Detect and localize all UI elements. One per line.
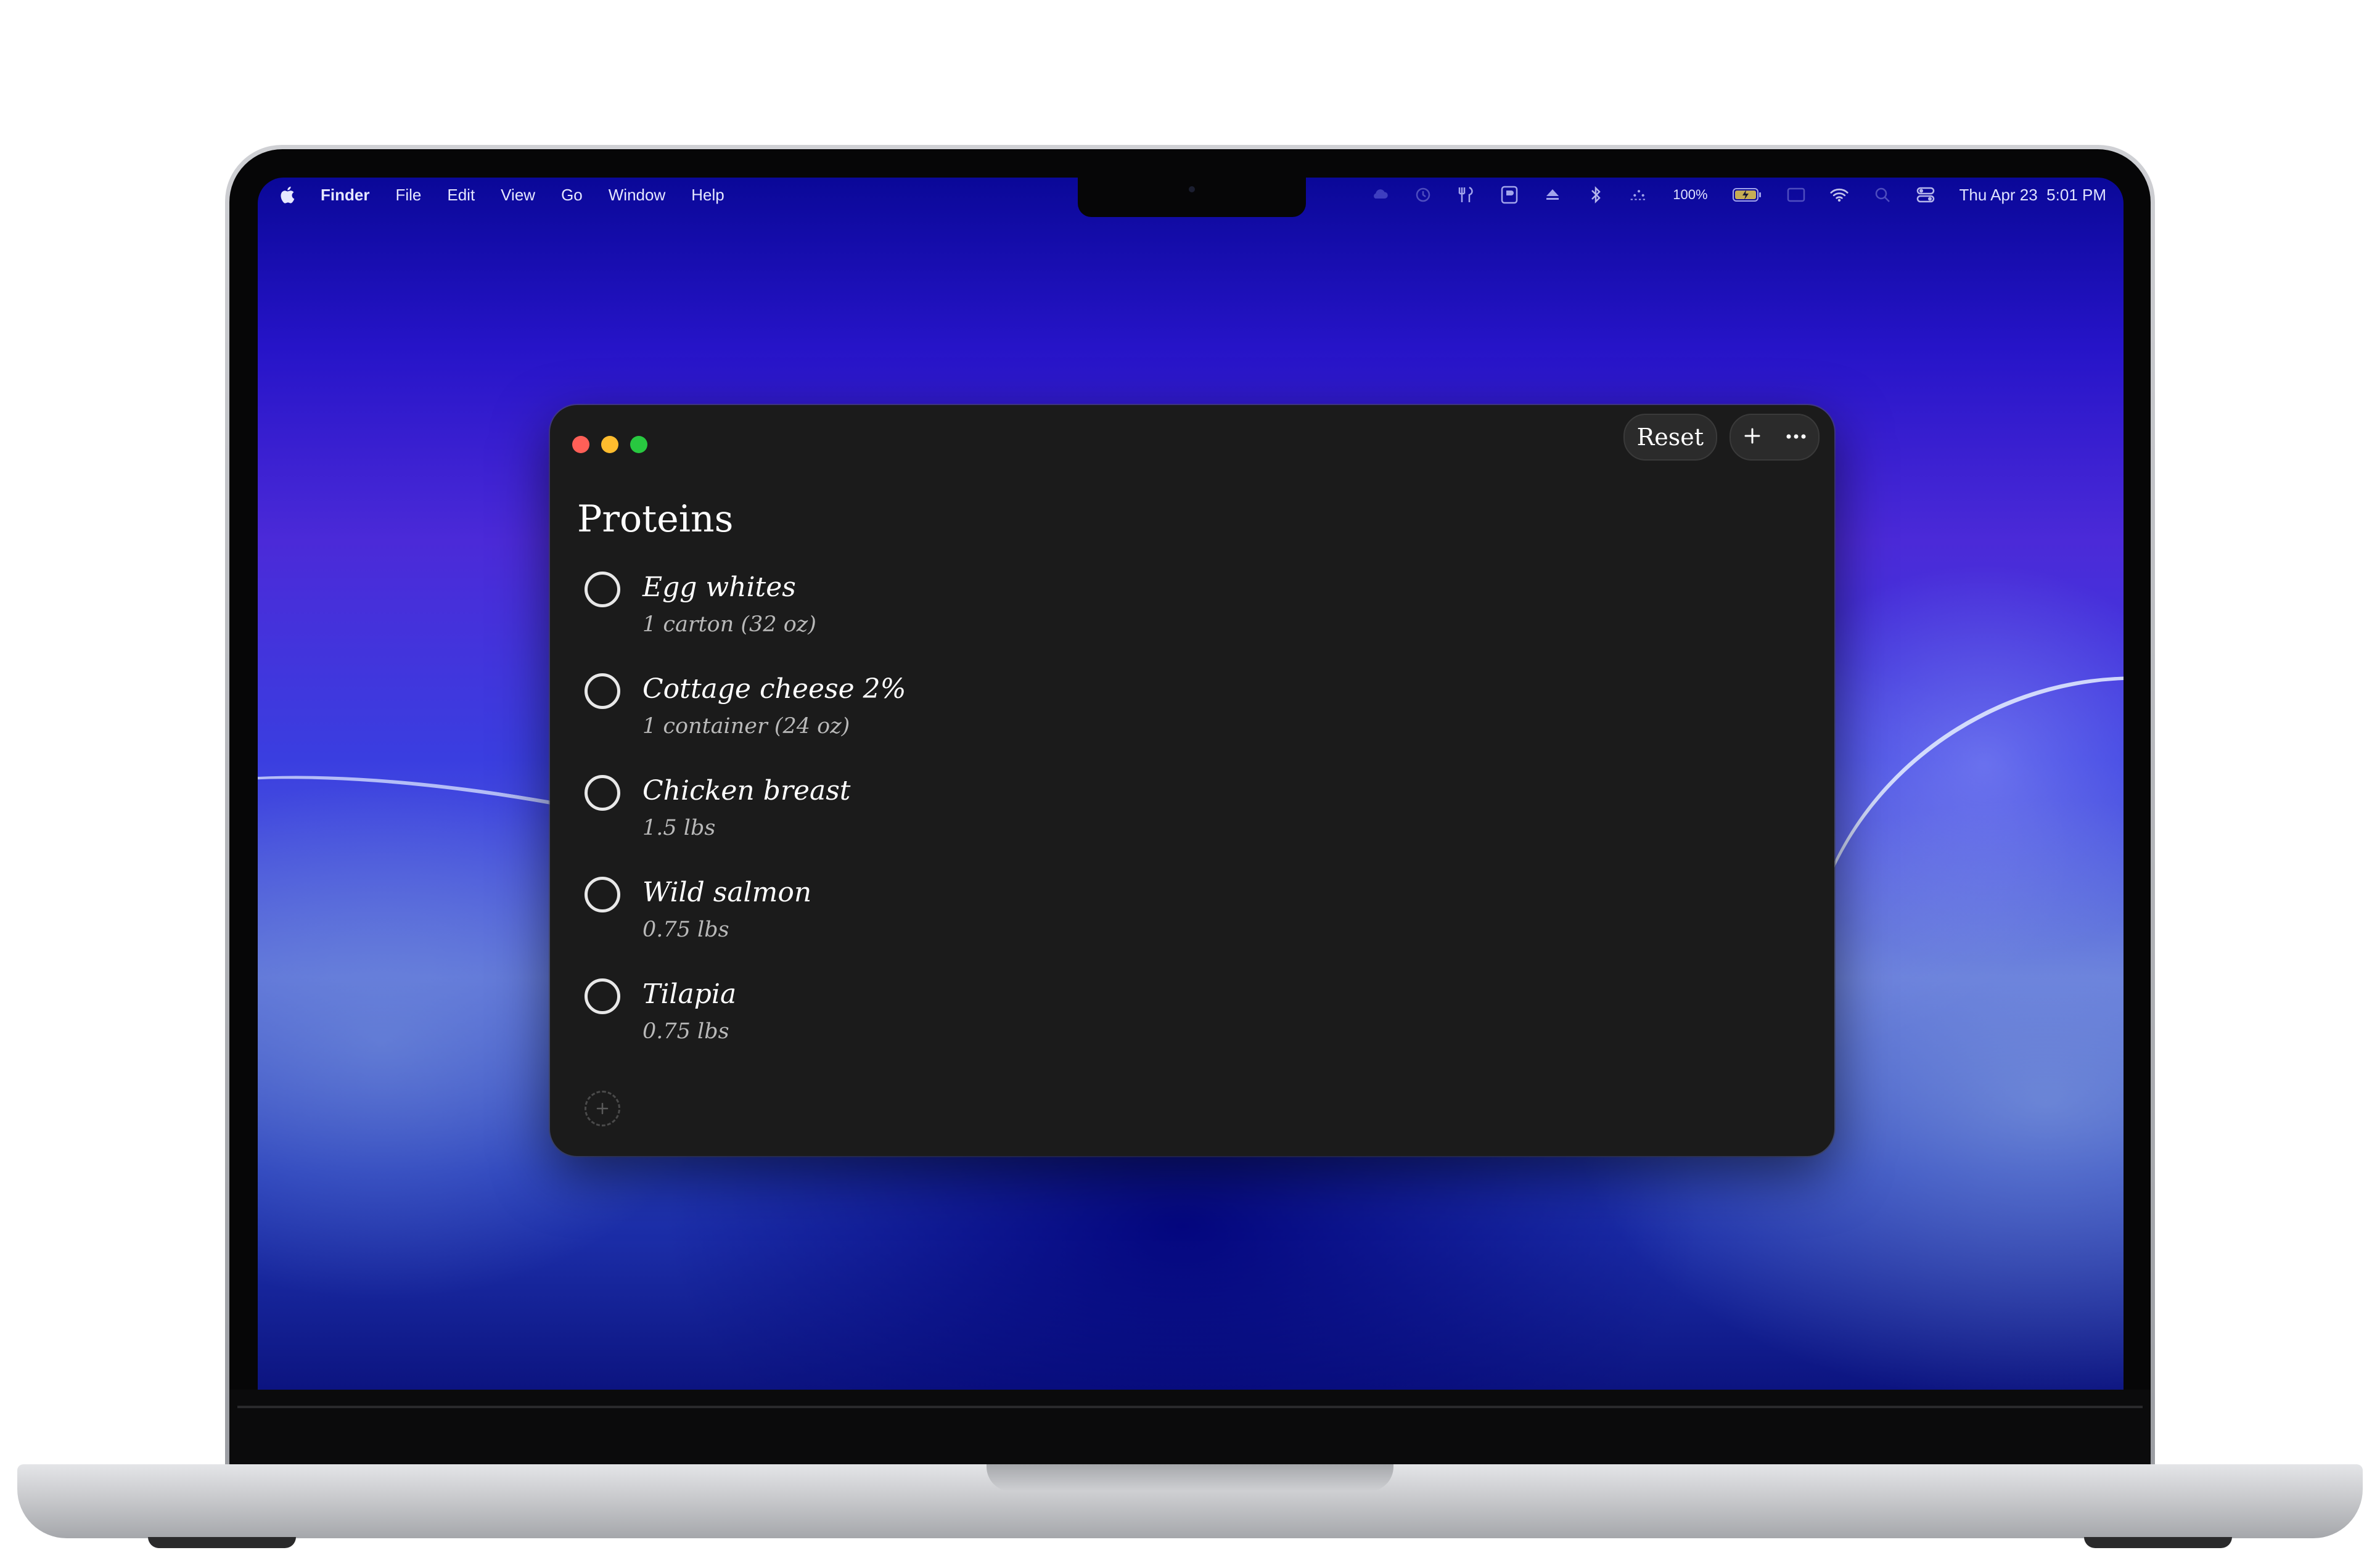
add-item-button[interactable] xyxy=(585,1091,620,1126)
search-icon[interactable] xyxy=(1873,186,1892,204)
item-name[interactable]: Cottage cheese 2% xyxy=(642,673,906,705)
toolbar-button-group xyxy=(1730,414,1820,461)
menu-file[interactable]: File xyxy=(395,186,421,205)
fork-knife-icon[interactable] xyxy=(1457,186,1475,204)
apple-menu-icon[interactable] xyxy=(279,186,295,204)
bookmark-icon[interactable] xyxy=(1500,186,1519,204)
lid-opening-notch xyxy=(987,1464,1393,1491)
bluetooth-icon[interactable] xyxy=(1586,186,1605,204)
ellipsis-icon[interactable] xyxy=(1786,432,1807,443)
item-quantity[interactable]: 1 container (24 oz) xyxy=(642,714,850,739)
menu-window[interactable]: Window xyxy=(609,186,665,205)
menu-edit[interactable]: Edit xyxy=(447,186,475,205)
list-title: Proteins xyxy=(577,498,734,541)
laptop-foot xyxy=(2084,1537,2232,1548)
dots-icon[interactable] xyxy=(1630,186,1648,204)
item-name[interactable]: Tilapia xyxy=(642,978,736,1010)
item-quantity[interactable]: 1 carton (32 oz) xyxy=(642,612,816,637)
plus-icon xyxy=(596,1102,609,1115)
item-quantity[interactable]: 1.5 lbs xyxy=(642,816,715,840)
battery-percent: 100% xyxy=(1673,187,1708,202)
menu-view[interactable]: View xyxy=(501,186,535,205)
control-center-icon[interactable] xyxy=(1916,186,1935,204)
cloud-icon[interactable] xyxy=(1371,186,1389,204)
camera-notch xyxy=(1078,178,1306,217)
item-name[interactable]: Wild salmon xyxy=(642,877,811,908)
menu-app-name[interactable]: Finder xyxy=(321,186,369,205)
reset-button[interactable]: Reset xyxy=(1623,414,1717,461)
camera xyxy=(1189,186,1195,192)
laptop-hinge xyxy=(229,1390,2151,1464)
wifi-icon[interactable] xyxy=(1829,186,1849,204)
item-checkbox[interactable] xyxy=(585,877,620,912)
item-quantity[interactable]: 0.75 lbs xyxy=(642,1019,729,1044)
item-checkbox[interactable] xyxy=(585,775,620,811)
item-checkbox[interactable] xyxy=(585,673,620,709)
plus-icon[interactable] xyxy=(1743,427,1762,448)
item-quantity[interactable]: 0.75 lbs xyxy=(642,917,729,942)
zoom-button[interactable] xyxy=(630,436,647,453)
eject-icon[interactable] xyxy=(1543,186,1562,204)
laptop-foot xyxy=(148,1537,296,1548)
display-icon[interactable] xyxy=(1787,186,1805,204)
toolbar: Reset xyxy=(1623,414,1820,461)
battery-icon[interactable] xyxy=(1732,186,1762,204)
menu-go[interactable]: Go xyxy=(561,186,583,205)
item-checkbox[interactable] xyxy=(585,978,620,1014)
item-checkbox[interactable] xyxy=(585,572,620,607)
menu-help[interactable]: Help xyxy=(691,186,724,205)
close-button[interactable] xyxy=(572,436,589,453)
minimize-button[interactable] xyxy=(601,436,618,453)
menu-clock[interactable]: Thu Apr 23 5:01 PM xyxy=(1959,186,2106,205)
app-window: Reset Proteins Egg whites 1 carton (32 o… xyxy=(550,405,1834,1156)
window-controls xyxy=(572,436,647,453)
item-name[interactable]: Egg whites xyxy=(642,572,796,603)
item-name[interactable]: Chicken breast xyxy=(642,775,850,806)
clock-icon[interactable] xyxy=(1414,186,1432,204)
